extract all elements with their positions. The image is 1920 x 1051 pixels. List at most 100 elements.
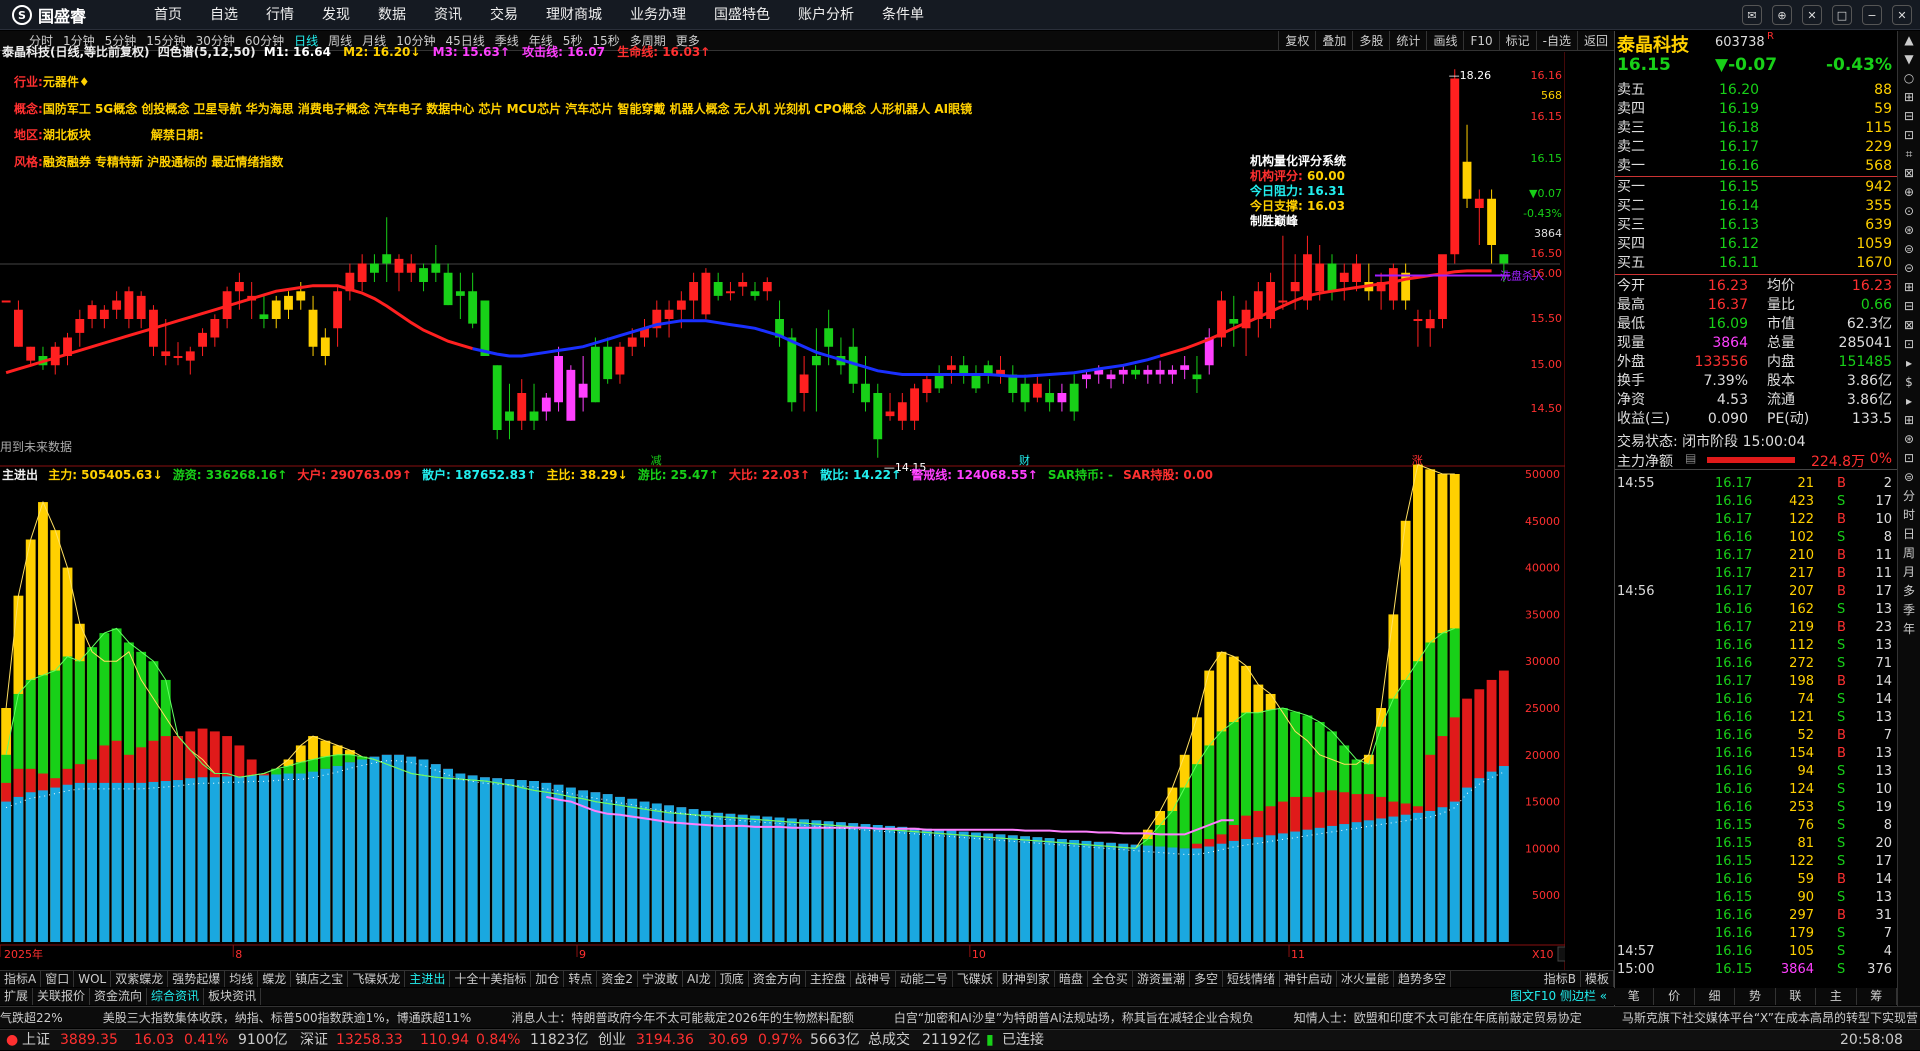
indicator-tab-11[interactable]: 加仓 bbox=[531, 971, 565, 987]
news-item-4[interactable]: 知情人士：欧盟和印度不太可能在年底前敲定贸易协定 bbox=[1294, 1007, 1582, 1028]
volume-bar[interactable] bbox=[160, 679, 171, 942]
volume-bar[interactable] bbox=[467, 775, 478, 942]
indicator-tab-30[interactable]: 趋势多空 bbox=[1394, 971, 1452, 987]
news-item-1[interactable]: 美股三大指数集体收跌，纳指、标普500指数跌逾1%，博通跌超11% bbox=[103, 1007, 472, 1028]
app-logo[interactable]: S 国盛睿 bbox=[12, 5, 86, 26]
netflow-toggle-icon[interactable]: ▤ bbox=[1685, 451, 1696, 465]
tool-button-5[interactable]: F10 bbox=[1463, 31, 1498, 51]
volume-bar[interactable] bbox=[38, 502, 48, 942]
window-control-icon-1[interactable]: ⊕ bbox=[1772, 5, 1792, 25]
quote-tab-5[interactable]: 主 bbox=[1816, 988, 1857, 1005]
tick-row[interactable]: 16.16 423 S 17 bbox=[1615, 493, 1898, 511]
orderbook-row[interactable]: 卖三 16.18 115 bbox=[1615, 119, 1898, 138]
window-control-icon-2[interactable]: ✕ bbox=[1802, 5, 1822, 25]
volume-bar[interactable] bbox=[271, 768, 282, 942]
volume-bar[interactable] bbox=[1007, 835, 1018, 942]
news-item-3[interactable]: 白宫“加密和AI沙皇”为特朗普AI法规站场，称其旨在减轻企业合规负 bbox=[894, 1007, 1254, 1028]
volume-bar[interactable] bbox=[1363, 754, 1374, 942]
volume-bar[interactable] bbox=[1302, 715, 1313, 942]
orderbook-row[interactable]: 卖一 16.16 568 bbox=[1615, 157, 1898, 176]
volume-bar[interactable] bbox=[1142, 829, 1153, 942]
indicator-tab-15[interactable]: AI龙 bbox=[683, 971, 716, 987]
tick-row[interactable]: 16.17 210 B 11 bbox=[1615, 547, 1898, 565]
volume-bar[interactable] bbox=[136, 651, 147, 942]
sidebar-icon-4[interactable]: ⊟ bbox=[1898, 107, 1920, 126]
sidebar-icon-27[interactable]: 周 bbox=[1898, 544, 1920, 563]
volume-bar[interactable] bbox=[209, 731, 220, 942]
tick-row[interactable]: 16.15 76 S 8 bbox=[1615, 817, 1898, 835]
news-ticker[interactable]: 气跌超22% 美股三大指数集体收跌，纳指、标普500指数跌逾1%，博通跌超11% 消… bbox=[0, 1006, 1920, 1028]
volume-bar[interactable] bbox=[1388, 614, 1399, 942]
orderbook-row[interactable]: 卖二 16.17 229 bbox=[1615, 138, 1898, 157]
quote-tab-1[interactable]: 价 bbox=[1654, 988, 1695, 1005]
menu-item-1[interactable]: 自选 bbox=[196, 0, 252, 30]
menu-item-6[interactable]: 交易 bbox=[476, 0, 532, 30]
volume-bar[interactable] bbox=[627, 798, 638, 942]
volume-bar[interactable] bbox=[872, 825, 883, 942]
volume-bar[interactable] bbox=[259, 773, 269, 942]
volume-bar[interactable] bbox=[62, 567, 73, 942]
tick-row[interactable]: 16.17 217 B 11 bbox=[1615, 565, 1898, 583]
candle[interactable] bbox=[1438, 254, 1447, 329]
indicator-tab-2[interactable]: WOL bbox=[74, 971, 112, 987]
volume-bar[interactable] bbox=[1057, 839, 1067, 942]
quote-tab-6[interactable]: 筹 bbox=[1857, 988, 1897, 1005]
volume-bar[interactable] bbox=[565, 787, 576, 942]
sidebar-icon-29[interactable]: 多 bbox=[1898, 582, 1920, 601]
indicator-tab-18[interactable]: 主控盘 bbox=[806, 971, 851, 987]
volume-bar[interactable] bbox=[1, 708, 12, 942]
quote-tab-4[interactable]: 联 bbox=[1776, 988, 1817, 1005]
volume-bar[interactable] bbox=[1351, 759, 1362, 942]
chart-area[interactable]: 16.16 568 16.15 16.15 ▼0.07 -0.43% 3864 16.50 16… bbox=[0, 45, 1673, 970]
tick-row[interactable]: 16.16 297 B 31 bbox=[1615, 907, 1898, 925]
tick-row[interactable]: 14:57 16.16 105 S 4 bbox=[1615, 943, 1898, 961]
menu-item-9[interactable]: 国盛特色 bbox=[700, 0, 784, 30]
volume-bar[interactable] bbox=[480, 777, 490, 942]
volume-bar[interactable] bbox=[529, 781, 539, 942]
volume-bar[interactable] bbox=[1437, 474, 1448, 942]
sidebar-icon-9[interactable]: ⊙ bbox=[1898, 202, 1920, 221]
volume-bar[interactable] bbox=[1413, 464, 1423, 942]
volume-bar[interactable] bbox=[958, 831, 969, 942]
volume-bar[interactable] bbox=[1044, 838, 1055, 942]
volume-bar[interactable] bbox=[725, 813, 736, 942]
volume-bar[interactable] bbox=[1155, 810, 1166, 942]
volume-bar[interactable] bbox=[1290, 711, 1301, 942]
menu-item-10[interactable]: 账户分析 bbox=[784, 0, 868, 30]
tick-row[interactable]: 16.16 253 S 19 bbox=[1615, 799, 1898, 817]
sidebar-icon-15[interactable]: ⊠ bbox=[1898, 316, 1920, 335]
period-label-box[interactable] bbox=[1557, 946, 1619, 962]
volume-bar[interactable] bbox=[786, 818, 797, 942]
volume-bar[interactable] bbox=[995, 834, 1006, 942]
sidebar-icon-8[interactable]: ⊕ bbox=[1898, 183, 1920, 202]
volume-bar[interactable] bbox=[173, 736, 183, 942]
indicator-tab-13[interactable]: 资金2 bbox=[597, 971, 639, 987]
orderbook-row[interactable]: 卖四 16.19 59 bbox=[1615, 100, 1898, 119]
indicator-tab-22[interactable]: 财神到家 bbox=[998, 971, 1055, 987]
volume-bar[interactable] bbox=[676, 807, 687, 942]
orderbook-row[interactable]: 买五 16.11 1670 bbox=[1615, 254, 1898, 273]
menu-item-0[interactable]: 首页 bbox=[140, 0, 196, 30]
tick-row[interactable]: 16.15 122 S 17 bbox=[1615, 853, 1898, 871]
info-tab-2[interactable]: 资金流向 bbox=[90, 988, 148, 1005]
volume-bar[interactable] bbox=[664, 805, 674, 942]
volume-bar[interactable] bbox=[750, 815, 760, 942]
volume-bar[interactable] bbox=[934, 829, 945, 942]
sidebar-icon-7[interactable]: ⊠ bbox=[1898, 164, 1920, 183]
tick-row[interactable]: 16.17 122 B 10 bbox=[1615, 511, 1898, 529]
quote-tab-3[interactable]: 势 bbox=[1735, 988, 1776, 1005]
indicator-tab-5[interactable]: 均线 bbox=[225, 971, 259, 987]
sidebar-icon-26[interactable]: 日 bbox=[1898, 525, 1920, 544]
sidebar-icon-14[interactable]: ⊟ bbox=[1898, 297, 1920, 316]
indicator-tab-right-0[interactable]: 指标B bbox=[1540, 971, 1581, 987]
indicator-tab-25[interactable]: 游资量潮 bbox=[1133, 971, 1190, 987]
volume-bar[interactable] bbox=[308, 736, 318, 942]
menu-item-5[interactable]: 资讯 bbox=[420, 0, 476, 30]
orderbook-row[interactable]: 买三 16.13 639 bbox=[1615, 216, 1898, 235]
indicator-tab-27[interactable]: 短线情绪 bbox=[1223, 971, 1280, 987]
event-marker[interactable]: 财 bbox=[1019, 453, 1030, 467]
sidebar-icon-28[interactable]: 月 bbox=[1898, 563, 1920, 582]
indicator-tab-23[interactable]: 暗盘 bbox=[1055, 971, 1088, 987]
volume-bar[interactable] bbox=[246, 759, 257, 942]
indicator-tab-3[interactable]: 双紫蝶龙 bbox=[111, 971, 169, 987]
